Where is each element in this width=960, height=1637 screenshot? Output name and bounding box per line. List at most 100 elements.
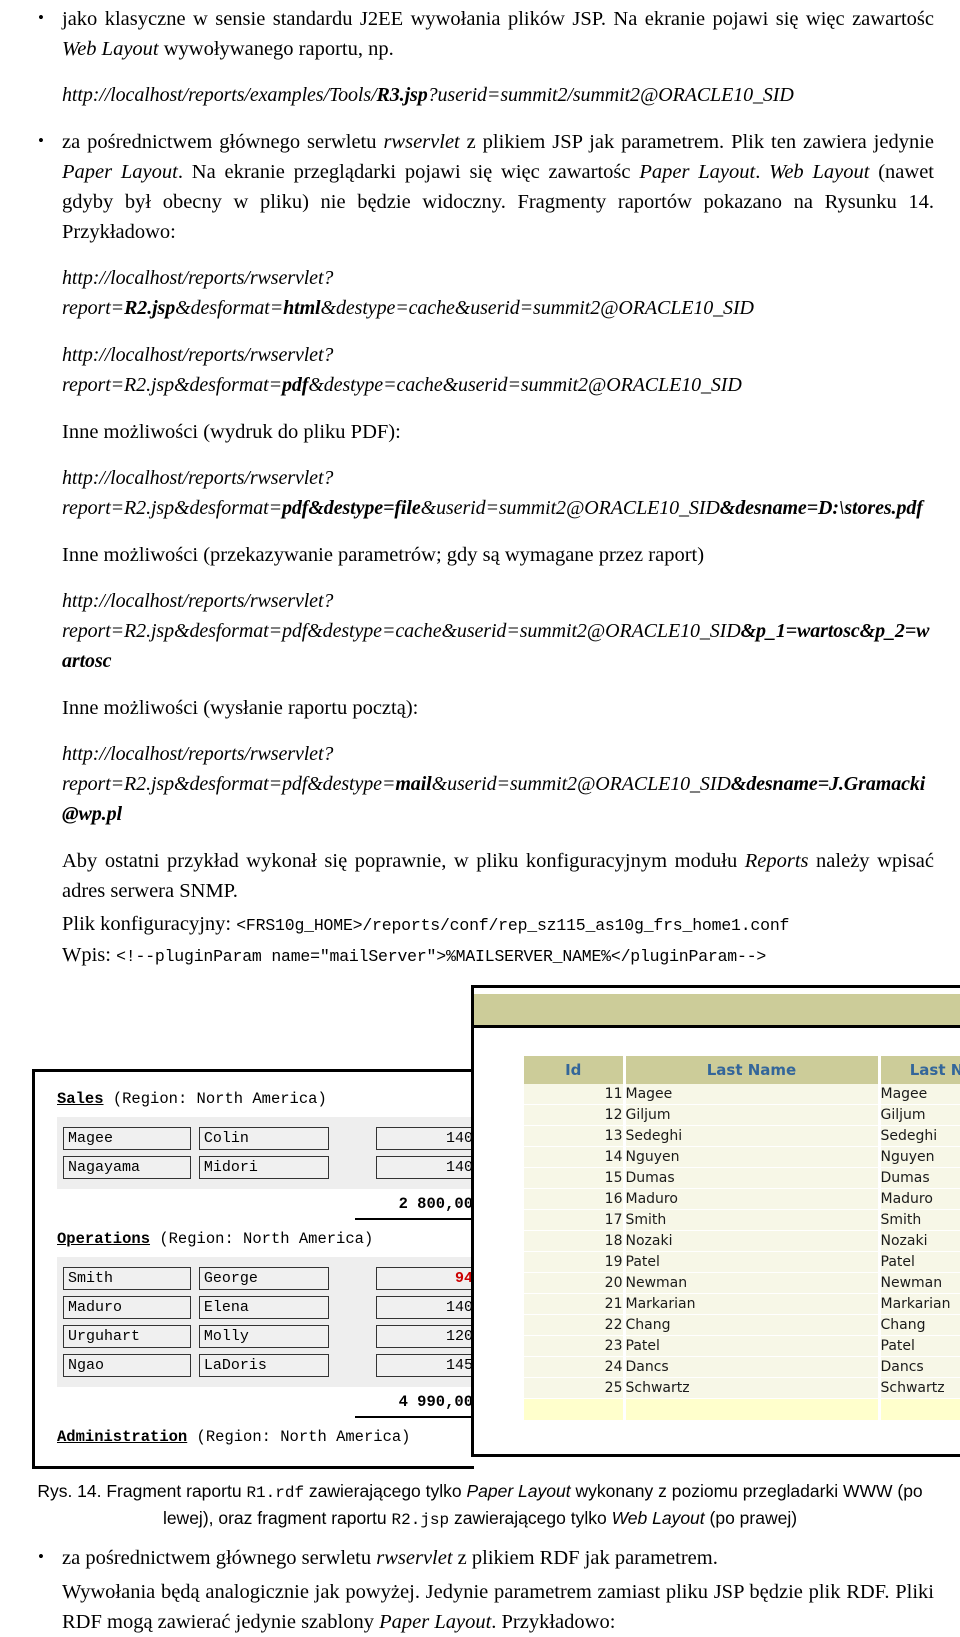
cell-empty xyxy=(879,1398,960,1421)
table-row: 25 Schwartz Schwartz xyxy=(524,1377,960,1399)
cell-amount-highlighted: 940 xyxy=(375,1267,474,1290)
url1-plain2: ?userid=summit2/summit2@ORACLE10_SID xyxy=(427,84,794,106)
report-group-title: Operations (Region: North America) xyxy=(57,1230,474,1248)
column-header-last-name[interactable]: Last Name xyxy=(624,1056,881,1084)
cell-id: 16 xyxy=(524,1188,626,1210)
url3-plain2: &destype=cache&userid=summit2@ORACLE10_S… xyxy=(308,374,742,396)
url-example-with-params: http://localhost/reports/rwservlet?repor… xyxy=(62,586,934,676)
bullet2-em-rwservlet: rwservlet xyxy=(383,131,460,153)
cell-first-name: Midori xyxy=(198,1156,329,1179)
caption-seg5: (po prawej) xyxy=(704,1508,798,1528)
config-file-path: <FRS10g_HOME>/reports/conf/rep_sz115_as1… xyxy=(236,916,790,935)
cell-empty xyxy=(624,1398,881,1421)
config-entry-line: Wpis: <!--pluginParam name="mailServer">… xyxy=(62,941,934,971)
table-row: 13 Sedeghi Sedeghi xyxy=(524,1125,960,1147)
table-row: 16 Maduro Maduro xyxy=(524,1188,960,1210)
table-row: 15 Dumas Dumas xyxy=(524,1167,960,1189)
caption-em-web-layout: Web Layout xyxy=(611,1508,705,1528)
bullet1-line2-post: wywoływanego raportu, np. xyxy=(158,38,394,60)
paper-layout-report-panel: Sales (Region: North America) Magee Coli… xyxy=(32,1069,474,1469)
cell-first-name: Elena xyxy=(198,1296,329,1319)
table-row: Smith George 940 xyxy=(57,1264,474,1293)
cell-last-name-2: Dumas xyxy=(879,1167,960,1189)
url1-bold-r3jsp: R3.jsp xyxy=(376,84,428,106)
bullet-item-rwservlet-rdf: za pośrednictwem głównego serwletu rwser… xyxy=(26,1542,934,1573)
web-report-banner xyxy=(474,994,960,1028)
cell-last-name-2: Dancs xyxy=(879,1356,960,1378)
url2-plain3: &destype=cache&userid=summit2@ORACLE10_S… xyxy=(320,297,754,319)
url2-bold-html: html xyxy=(283,297,321,319)
cell-last-name: Dumas xyxy=(624,1167,881,1189)
report-group-title: Administration (Region: North America) xyxy=(57,1428,474,1446)
cell-amount: 1200 xyxy=(375,1325,474,1348)
url6-plain2: &userid=summit2@ORACLE10_SID xyxy=(431,773,731,795)
bullet3-seg1: za pośrednictwem głównego serwletu xyxy=(62,1547,377,1569)
bullet2-seg2: z plikiem JSP jak parametrem. Plik ten z… xyxy=(459,131,934,153)
bullet-item-rwservlet-jsp: za pośrednictwem głównego serwletu rwser… xyxy=(26,126,934,247)
paper-report-content: Sales (Region: North America) Magee Coli… xyxy=(35,1072,474,1446)
report-group-name: Sales xyxy=(57,1090,104,1108)
cell-last-name: Maduro xyxy=(624,1188,881,1210)
bullet-item-jsp-call: jako klasyczne w sensie standardu J2EE w… xyxy=(26,3,934,64)
bullet3-seg2: z plikiem RDF jak parametrem. xyxy=(452,1547,718,1569)
caption-mono-r1rdf: R1.rdf xyxy=(246,1484,305,1502)
config-entry-label: Wpis: xyxy=(62,944,117,966)
url-example-pdf-file: http://localhost/reports/rwservlet?repor… xyxy=(62,463,934,523)
cell-last-name-2: Smith xyxy=(879,1209,960,1231)
cell-last-name: Magee xyxy=(624,1084,881,1105)
bullet1-line1: jako klasyczne w sensie standardu J2EE w… xyxy=(62,8,845,30)
cell-last-name-2: Nozaki xyxy=(879,1230,960,1252)
closing-paragraph: Wywołania będą analogicznie jak powyżej.… xyxy=(62,1577,934,1637)
note-seg1: Aby ostatni przykład wykonał się poprawn… xyxy=(62,850,745,872)
cell-last-name-2: Schwartz xyxy=(879,1377,960,1399)
url6-bold-mail: mail xyxy=(395,773,432,795)
bullet2-seg3: . Na ekranie przeglądarki pojawi się wię… xyxy=(177,161,640,183)
url4-bold-desname: &desname=D:\stores.pdf xyxy=(719,497,923,519)
column-header-last-name-2[interactable]: Last N xyxy=(879,1056,960,1084)
caption-seg2: zawierającego tylko xyxy=(304,1481,467,1501)
table-row: Urguhart Molly 1200 xyxy=(57,1322,474,1351)
config-file-label: Plik konfiguracyjny: xyxy=(62,913,237,935)
bullet3-em-rwservlet: rwservlet xyxy=(376,1547,453,1569)
cell-id: 14 xyxy=(524,1146,626,1168)
subtotal-rule xyxy=(355,1416,474,1418)
cell-amount: 1400 xyxy=(375,1296,474,1319)
cell-last-name-2: Chang xyxy=(879,1314,960,1336)
cell-last-name-2: Nguyen xyxy=(879,1146,960,1168)
cell-last-name-2: Maduro xyxy=(879,1188,960,1210)
cell-last-name-2: Sedeghi xyxy=(879,1125,960,1147)
table-row: 11 Magee Magee xyxy=(524,1084,960,1105)
cell-last-name-2: Markarian xyxy=(879,1293,960,1315)
cell-last-name-2: Magee xyxy=(879,1084,960,1105)
figure-14: Sales (Region: North America) Magee Coli… xyxy=(0,977,960,1477)
cell-id: 17 xyxy=(524,1209,626,1231)
url6-plain1: http://localhost/reports/rwservlet?repor… xyxy=(62,743,396,795)
web-layout-report-panel: Id Last Name Last N 11 Magee Magee 12 Gilju… xyxy=(471,985,960,1457)
note-snmp-config: Aby ostatni przykład wykonał się poprawn… xyxy=(62,846,934,906)
table-row: 22 Chang Chang xyxy=(524,1314,960,1336)
column-header-id[interactable]: Id xyxy=(524,1056,626,1084)
cell-last-name: Urguhart xyxy=(63,1325,191,1348)
cell-amount: 1450 xyxy=(375,1354,474,1377)
cell-id: 13 xyxy=(524,1125,626,1147)
url-example-r3-jsp: http://localhost/reports/examples/Tools/… xyxy=(62,80,934,110)
subtotal-rule xyxy=(355,1218,474,1220)
cell-last-name: Smith xyxy=(63,1267,191,1290)
bullet2-em-paper-layout-1: Paper Layout xyxy=(62,161,178,183)
config-entry-value: <!--pluginParam name="mailServer">%MAILS… xyxy=(116,947,767,966)
url3-bold-pdf: pdf xyxy=(281,374,309,396)
cell-last-name: Magee xyxy=(63,1127,191,1150)
bullet-list-bottom: za pośrednictwem głównego serwletu rwser… xyxy=(26,1542,934,1573)
document-page: jako klasyczne w sensie standardu J2EE w… xyxy=(0,0,960,1633)
table-row: 18 Nozaki Nozaki xyxy=(524,1230,960,1252)
url4-bold-destype-file: &destype=file xyxy=(308,497,421,519)
table-row: Maduro Elena 1400 xyxy=(57,1293,474,1322)
cell-last-name-2: Patel xyxy=(879,1251,960,1273)
caption-seg1: Rys. 14. Fragment raportu xyxy=(37,1481,247,1501)
closing-em-paper-layout: Paper Layout xyxy=(379,1611,492,1633)
